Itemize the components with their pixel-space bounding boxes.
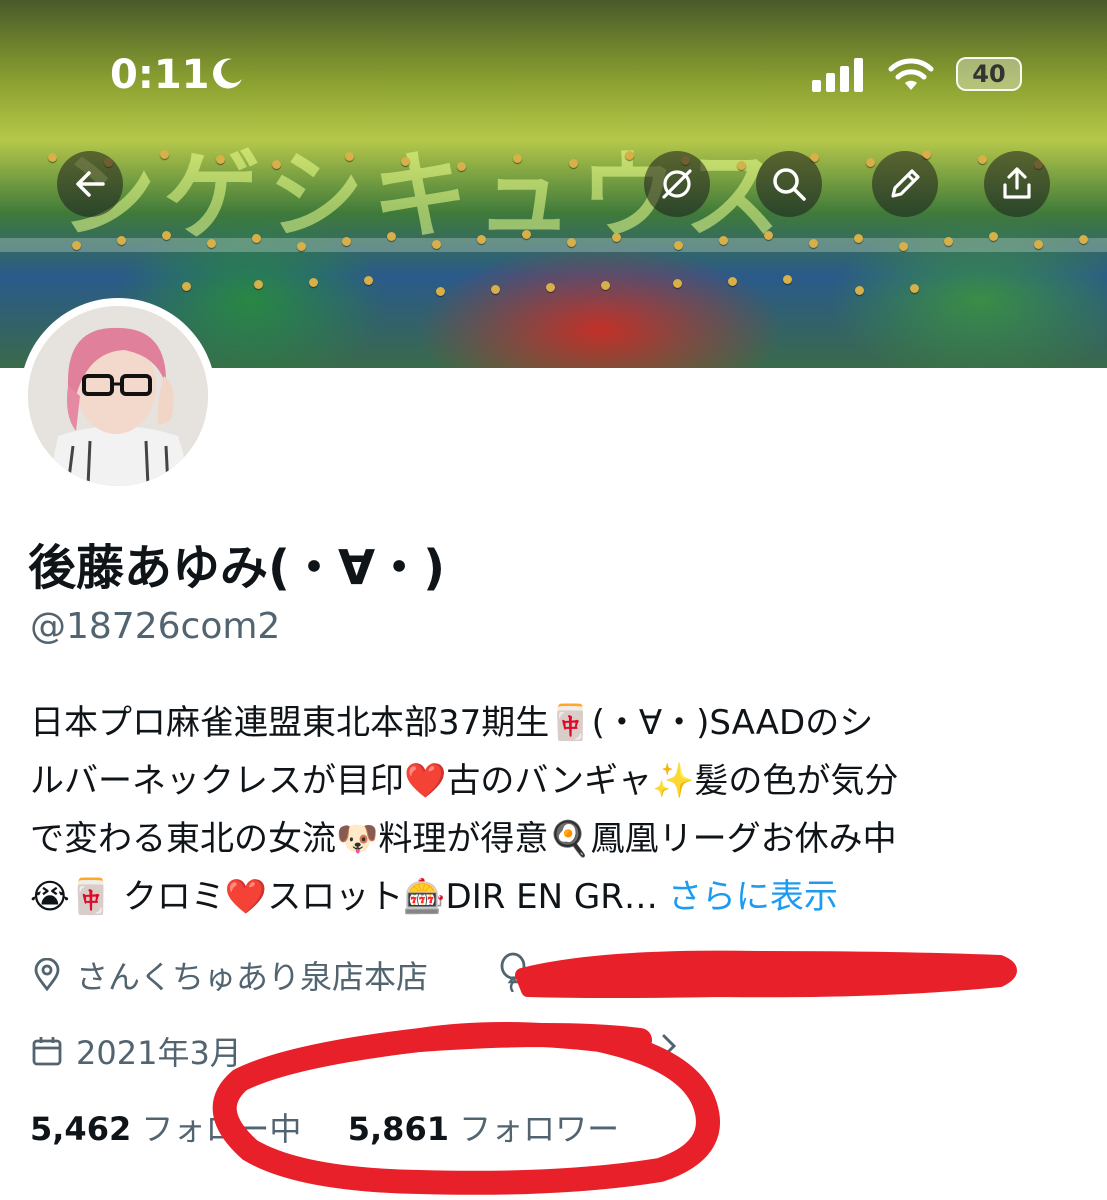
banner-pin <box>567 238 576 247</box>
mute-button[interactable] <box>644 151 710 217</box>
banner-pin <box>809 239 818 248</box>
chevron-right-icon[interactable] <box>656 1030 682 1062</box>
banner-pin <box>432 240 441 249</box>
banner-pin <box>162 231 171 240</box>
back-arrow-icon <box>76 171 105 197</box>
banner-pin <box>216 155 225 164</box>
banner-pin <box>866 158 875 167</box>
banner-pin <box>182 282 191 291</box>
banner-pin <box>309 278 318 287</box>
followers-link[interactable]: 5,861 フォロワー <box>348 1110 619 1148</box>
banner-glow-text: ンゲシキュウス <box>60 140 788 252</box>
search-button[interactable] <box>756 151 822 217</box>
banner-pin <box>944 237 953 246</box>
banner-pin <box>72 241 81 250</box>
joined-row: 2021年3月 <box>30 1028 242 1074</box>
status-time: 0:11 <box>110 52 210 98</box>
moon-icon <box>213 58 242 89</box>
banner-pin <box>401 157 410 166</box>
bio-line: 日本プロ麻雀連盟東北本部37期生🀄(・∀・)SAADのシ <box>30 703 874 743</box>
banner-pin <box>364 276 373 285</box>
banner-pin <box>1079 235 1088 244</box>
location-row: さんくちゅあり泉店本店 <box>30 952 428 998</box>
banner-pin <box>522 230 531 239</box>
banner-pin <box>764 231 773 240</box>
banner-pin <box>783 275 792 284</box>
following-count: 5,462 <box>30 1110 132 1148</box>
share-button[interactable] <box>984 151 1050 217</box>
mute-icon <box>662 169 692 199</box>
banner-pin <box>345 152 354 161</box>
banner-pin <box>117 236 126 245</box>
birthday-balloon-icon <box>500 952 526 992</box>
signal-icon <box>812 58 863 92</box>
bio-line: ルバーネックレスが目印❤️古のバンギャ✨髪の色が気分 <box>30 761 899 801</box>
banner-pin <box>252 234 261 243</box>
followers-count: 5,861 <box>347 1110 449 1148</box>
banner-pin <box>737 161 746 170</box>
location-pin-icon <box>34 958 60 992</box>
banner-pin <box>601 281 610 290</box>
banner-pin <box>855 286 864 295</box>
banner-pin <box>989 232 998 241</box>
follow-stats: 5,462 フォロー中 5,861 フォロワー <box>30 1104 619 1150</box>
banner-pin <box>899 242 908 251</box>
banner-pin <box>612 233 621 242</box>
location-text: さんくちゅあり泉店本店 <box>76 958 429 996</box>
username-handle: @18726com2 <box>30 606 281 647</box>
banner-pin <box>719 236 728 245</box>
banner-band <box>0 238 1107 252</box>
banner-pin <box>436 287 445 296</box>
share-icon <box>1003 167 1031 199</box>
bio-line: 😭🀄 クロミ❤️スロット🎰DIR EN GR… <box>30 877 658 917</box>
bio-line-last: 😭🀄 クロミ❤️スロット🎰DIR EN GR… さらに表示 <box>30 868 1075 926</box>
banner-pin <box>569 159 578 168</box>
banner-pin <box>48 153 57 162</box>
banner-pin <box>910 284 919 293</box>
banner-pin <box>625 151 634 160</box>
followers-label: フォロワー <box>459 1110 620 1148</box>
banner-pin <box>297 242 306 251</box>
bio-line: で変わる東北の女流🐶料理が得意🍳鳳凰リーグお休み中 <box>30 819 897 859</box>
edit-button[interactable] <box>872 151 938 217</box>
banner-pin <box>674 241 683 250</box>
banner-pin <box>854 234 863 243</box>
show-more-link[interactable]: さらに表示 <box>668 877 838 917</box>
banner-pin <box>728 277 737 286</box>
avatar[interactable] <box>20 298 216 494</box>
wifi-icon <box>888 58 934 90</box>
banner-pin <box>513 154 522 163</box>
banner-pin <box>978 155 987 164</box>
banner-pin <box>272 160 281 169</box>
calendar-icon <box>32 1037 62 1066</box>
banner-pin <box>491 285 500 294</box>
banner-pin <box>673 279 682 288</box>
banner-pin <box>457 162 466 171</box>
banner-pin <box>1034 240 1043 249</box>
following-link[interactable]: 5,462 フォロー中 <box>30 1110 312 1148</box>
red-redaction-stroke <box>515 950 1017 998</box>
battery-indicator: 40 <box>956 57 1022 91</box>
banner-pin <box>387 232 396 241</box>
profile-bio: 日本プロ麻雀連盟東北本部37期生🀄(・∀・)SAADのシ ルバーネックレスが目印… <box>30 694 1075 926</box>
search-icon <box>773 168 806 201</box>
banner-pin <box>207 239 216 248</box>
pencil-icon <box>891 169 920 198</box>
joined-date: 2021年3月 <box>76 1034 242 1072</box>
banner-pin <box>546 283 555 292</box>
display-name: 後藤あゆみ(・∀・) <box>28 540 446 596</box>
banner-pin <box>254 280 263 289</box>
back-button[interactable] <box>57 151 123 217</box>
avatar-photo <box>28 306 208 486</box>
banner-pin <box>342 237 351 246</box>
banner-pin <box>477 235 486 244</box>
banner-pin <box>160 150 169 159</box>
following-label: フォロー中 <box>141 1110 302 1148</box>
